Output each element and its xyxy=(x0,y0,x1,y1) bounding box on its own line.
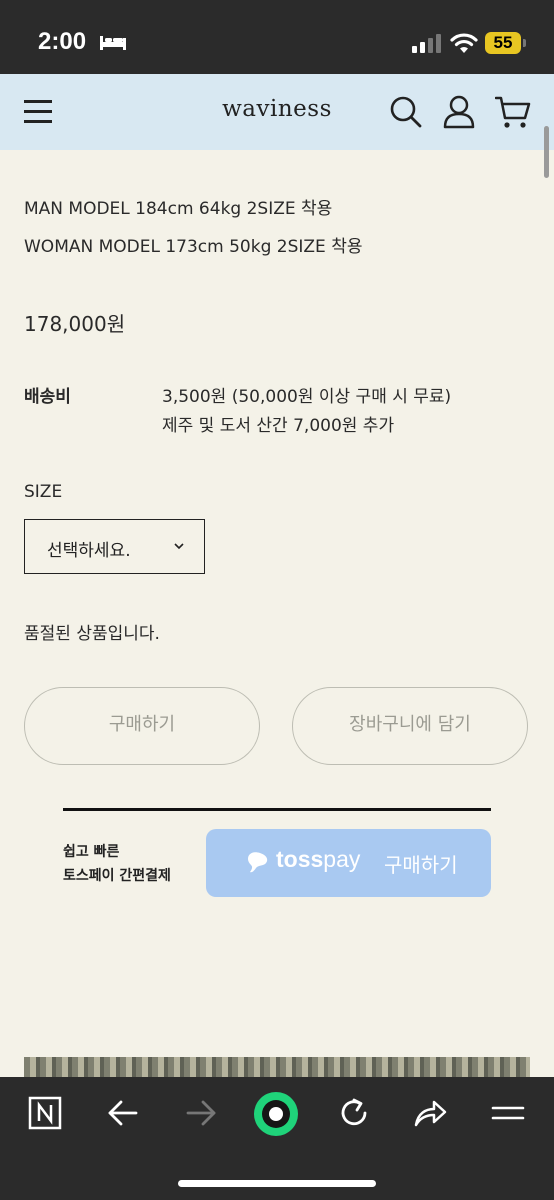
size-select[interactable]: 선택하세요. xyxy=(24,519,205,574)
green-home-icon[interactable] xyxy=(252,1090,300,1138)
forward-arrow-icon[interactable] xyxy=(183,1095,219,1131)
cellular-signal-icon xyxy=(412,33,442,53)
wifi-icon xyxy=(450,33,478,53)
toss-pay-button[interactable]: tosspay 구매하기 xyxy=(206,829,491,897)
product-price: 178,000원 xyxy=(24,312,126,336)
toss-pay-label: 구매하기 xyxy=(384,853,458,877)
divider xyxy=(63,808,491,811)
product-image xyxy=(24,1057,530,1077)
size-select-value: 선택하세요. xyxy=(47,541,131,561)
toss-note-line-1: 쉽고 빠른 xyxy=(63,844,120,860)
search-icon[interactable] xyxy=(388,94,424,130)
cart-icon[interactable] xyxy=(495,94,531,130)
size-label: SIZE xyxy=(24,482,63,502)
menu-lines-icon[interactable] xyxy=(490,1095,526,1131)
reload-icon[interactable] xyxy=(336,1095,372,1131)
site-header: waviness xyxy=(0,74,554,150)
naver-n-icon[interactable] xyxy=(27,1095,63,1131)
back-arrow-icon[interactable] xyxy=(105,1095,141,1131)
scrollbar[interactable] xyxy=(544,126,549,178)
user-icon[interactable] xyxy=(441,94,477,130)
shipping-fee: 3,500원 (50,000원 이상 구매 시 무료) xyxy=(162,387,452,407)
sold-out-notice: 품절된 상품입니다. xyxy=(24,624,160,644)
shipping-label: 배송비 xyxy=(24,387,71,407)
battery-indicator: 55 xyxy=(485,32,526,54)
toss-logo-icon xyxy=(248,852,268,873)
share-icon[interactable] xyxy=(412,1095,448,1131)
model-info-man: MAN MODEL 184cm 64kg 2SIZE 착용 xyxy=(24,199,333,219)
home-indicator[interactable] xyxy=(178,1180,376,1187)
sleep-focus-icon xyxy=(100,36,126,50)
chevron-down-icon xyxy=(174,543,184,550)
toss-pay-note: 쉽고 빠른 토스페이 간편결제 xyxy=(63,840,171,888)
buy-button[interactable]: 구매하기 xyxy=(24,687,260,765)
toss-note-line-2: 토스페이 간편결제 xyxy=(63,868,171,884)
toss-brand: tosspay xyxy=(276,846,361,872)
model-info-woman: WOMAN MODEL 173cm 50kg 2SIZE 착용 xyxy=(24,237,363,257)
add-to-cart-button[interactable]: 장바구니에 담기 xyxy=(292,687,528,765)
status-bar: 2:00 55 xyxy=(0,0,554,74)
status-time: 2:00 xyxy=(38,28,87,55)
shipping-extra: 제주 및 도서 산간 7,000원 추가 xyxy=(162,416,395,436)
